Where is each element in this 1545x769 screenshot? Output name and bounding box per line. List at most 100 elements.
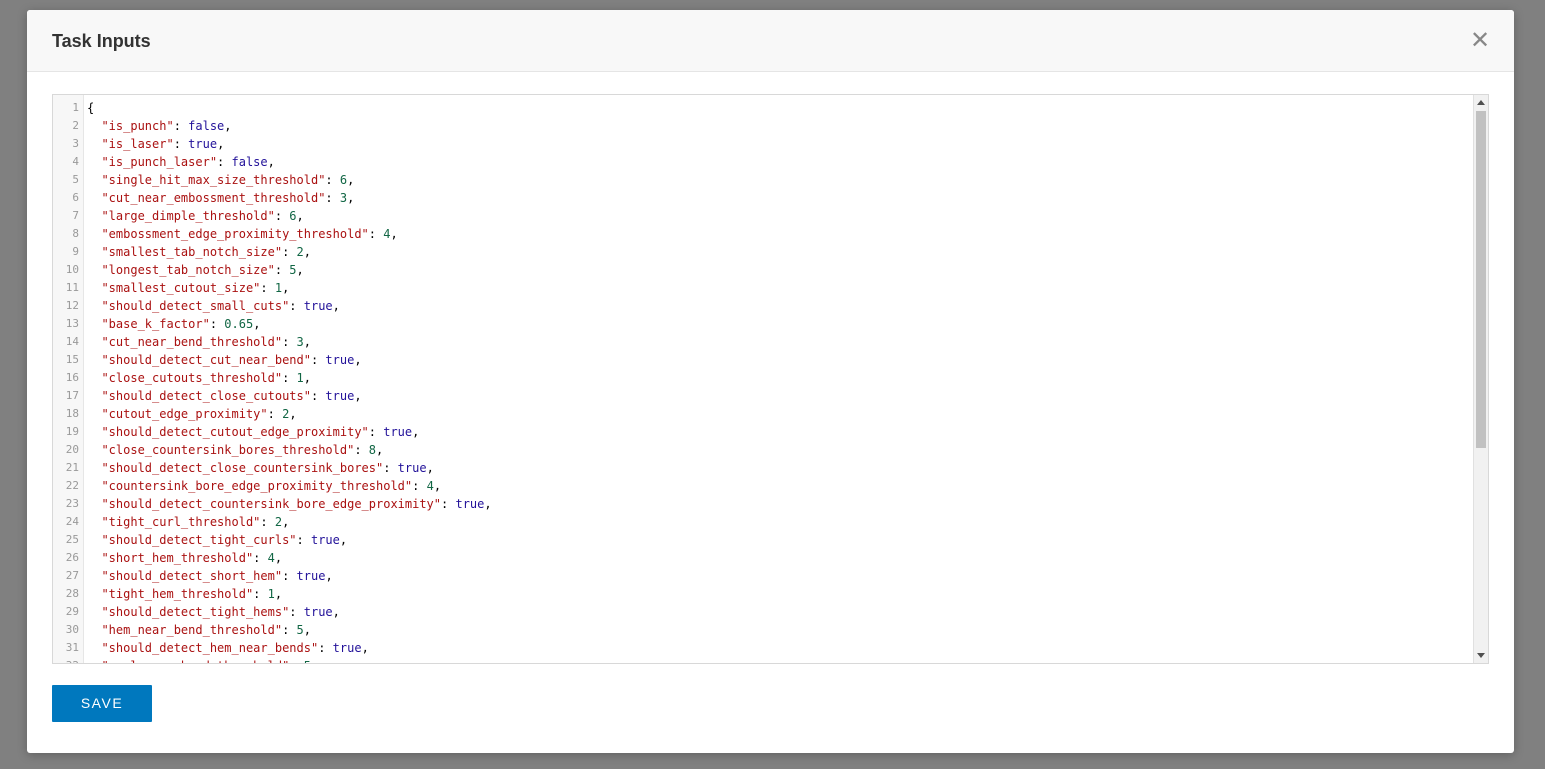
- json-comma: ,: [433, 479, 442, 493]
- json-key: "cut_near_bend_threshold": [101, 335, 283, 349]
- line-number: 9: [72, 245, 79, 258]
- json-key: "countersink_bore_edge_proximity_thresho…: [101, 479, 413, 493]
- json-comma: ,: [332, 299, 340, 313]
- line-number: 18: [65, 407, 79, 420]
- json-comma: ,: [412, 425, 420, 439]
- code-line: 11 "smallest_cutout_size": 1,: [53, 279, 1473, 297]
- code-line: 14 "cut_near_bend_threshold": 3,: [53, 333, 1473, 351]
- json-key: "should_detect_cut_near_bend": [101, 353, 311, 367]
- line-number: 32: [53, 657, 79, 663]
- code-text: "base_k_factor": 0.65,: [101, 317, 261, 331]
- code-text: "longest_tab_notch_size": 5,: [101, 263, 304, 277]
- json-key: "hem_near_bend_threshold": [101, 623, 283, 637]
- line-number: 7: [72, 209, 79, 222]
- code-text: "smallest_cutout_size": 1,: [101, 281, 290, 295]
- code-text: "should_detect_close_countersink_bores":…: [101, 461, 434, 475]
- code-line: 10 "longest_tab_notch_size": 5,: [53, 261, 1473, 279]
- json-key: "is_punch_laser": [101, 155, 218, 169]
- save-button[interactable]: SAVE: [52, 685, 152, 722]
- code-line: 2 "is_punch": false,: [53, 117, 1473, 135]
- line-number: 1: [72, 101, 79, 114]
- json-value: true: [296, 569, 326, 583]
- line-number: 17: [65, 389, 79, 402]
- json-comma: ,: [274, 551, 283, 565]
- json-code-editor[interactable]: 1{2 "is_punch": false, 3 "is_laser": true…: [52, 94, 1489, 664]
- json-comma: ,: [289, 407, 297, 421]
- line-number: 13: [65, 317, 79, 330]
- line-number: 31: [65, 641, 79, 654]
- code-line: 6 "cut_near_embossment_threshold": 3,: [53, 189, 1473, 207]
- json-value: true: [303, 605, 333, 619]
- json-key: "should_detect_cutout_edge_proximity": [101, 425, 369, 439]
- line-number: 29: [65, 605, 79, 618]
- code-line: 23 "should_detect_countersink_bore_edge_…: [53, 495, 1473, 513]
- json-comma: ,: [347, 191, 355, 205]
- json-key: "base_k_factor": [101, 317, 210, 331]
- json-key: "close_countersink_bores_threshold": [101, 443, 355, 457]
- line-number: 14: [65, 335, 79, 348]
- code-text: "should_detect_close_cutouts": true,: [101, 389, 362, 403]
- dialog-title: Task Inputs: [52, 31, 151, 51]
- vertical-scrollbar[interactable]: [1473, 95, 1488, 663]
- json-key: "short_hem_threshold": [101, 551, 254, 565]
- json-comma: ,: [303, 335, 311, 349]
- json-key: "tight_curl_threshold": [101, 515, 261, 529]
- scrollbar-thumb[interactable]: [1476, 111, 1486, 448]
- code-line: 17 "should_detect_close_cutouts": true,: [53, 387, 1473, 405]
- line-number: 21: [65, 461, 79, 474]
- json-comma: ,: [296, 209, 304, 223]
- json-value: true: [325, 389, 355, 403]
- json-comma: ,: [303, 623, 311, 637]
- json-value: true: [397, 461, 427, 475]
- code-text: "short_hem_threshold": 4,: [101, 551, 283, 565]
- code-text: {: [87, 99, 94, 117]
- code-line: 24 "tight_curl_threshold": 2,: [53, 513, 1473, 531]
- line-number: 16: [65, 371, 79, 384]
- json-value: true: [188, 137, 218, 151]
- json-value: true: [325, 353, 355, 367]
- code-line: 30 "hem_near_bend_threshold": 5,: [53, 621, 1473, 639]
- json-key: "should_detect_short_hem": [101, 569, 283, 583]
- line-number: 15: [65, 353, 79, 366]
- line-number: 22: [65, 479, 79, 492]
- json-comma: ,: [224, 119, 232, 133]
- code-line: 15 "should_detect_cut_near_bend": true,: [53, 351, 1473, 369]
- json-comma: ,: [347, 173, 355, 187]
- code-line: 32 "curl_near_bend_threshold": 5,: [53, 657, 1473, 663]
- scroll-down-icon[interactable]: [1477, 653, 1485, 658]
- code-line: 22 "countersink_bore_edge_proximity_thre…: [53, 477, 1473, 495]
- json-comma: ,: [303, 371, 311, 385]
- json-value: false: [188, 119, 225, 133]
- code-line: 5 "single_hit_max_size_threshold": 6,: [53, 171, 1473, 189]
- json-comma: ,: [361, 641, 369, 655]
- code-line: 12 "should_detect_small_cuts": true,: [53, 297, 1473, 315]
- close-icon[interactable]: ✕: [1470, 28, 1490, 52]
- json-comma: ,: [282, 515, 290, 529]
- json-value: true: [310, 533, 340, 547]
- json-key: "embossment_edge_proximity_threshold": [101, 227, 369, 241]
- line-number: 2: [72, 119, 79, 132]
- code-line: 4 "is_punch_laser": false,: [53, 153, 1473, 171]
- json-value: true: [455, 497, 485, 511]
- code-text: "tight_curl_threshold": 2,: [101, 515, 290, 529]
- line-number: 4: [72, 155, 79, 168]
- code-text: "large_dimple_threshold": 6,: [101, 209, 304, 223]
- code-text: "countersink_bore_edge_proximity_thresho…: [101, 479, 442, 493]
- json-comma: ,: [282, 281, 290, 295]
- code-line: 19 "should_detect_cutout_edge_proximity"…: [53, 423, 1473, 441]
- code-line: 9 "smallest_tab_notch_size": 2,: [53, 243, 1473, 261]
- json-key: "should_detect_small_cuts": [101, 299, 290, 313]
- code-text: "should_detect_countersink_bore_edge_pro…: [101, 497, 492, 511]
- code-lines: 1{2 "is_punch": false, 3 "is_laser": true…: [53, 99, 1473, 663]
- line-number: 5: [72, 173, 79, 186]
- code-line: 20 "close_countersink_bores_threshold": …: [53, 441, 1473, 459]
- json-key: "is_laser": [101, 137, 174, 151]
- line-number: 30: [65, 623, 79, 636]
- scroll-up-icon[interactable]: [1477, 100, 1485, 105]
- code-text: "is_punch": false,: [101, 119, 232, 133]
- line-number: 11: [65, 281, 79, 294]
- json-comma: ,: [376, 443, 384, 457]
- json-value: 0.65: [224, 317, 254, 331]
- line-number: 3: [72, 137, 79, 150]
- json-comma: ,: [325, 569, 333, 583]
